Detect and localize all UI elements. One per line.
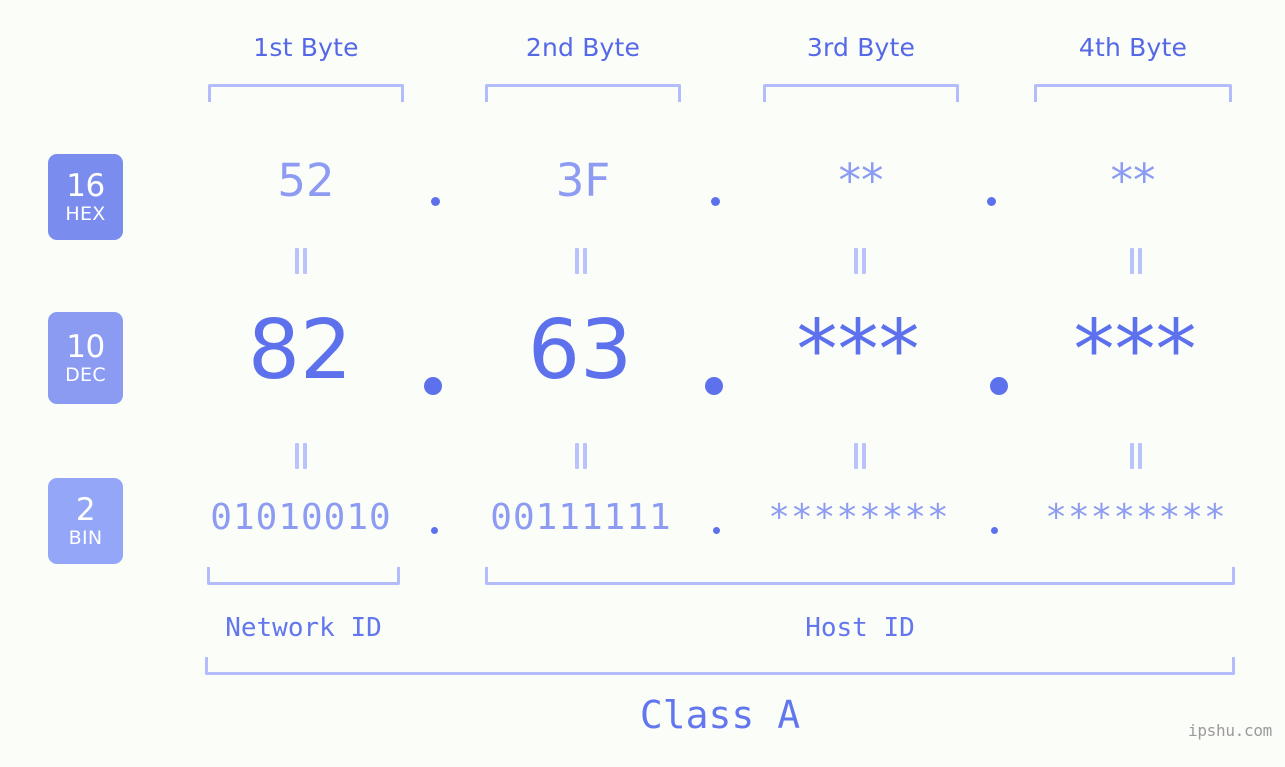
network-id-label: Network ID: [225, 613, 382, 643]
equals-mark-dec-bin-1: [293, 443, 309, 469]
bin-byte-2-value: 00111111: [490, 497, 672, 538]
equals-mark-dec-bin-2: [573, 443, 589, 469]
byte-header-2: 2nd Byte: [525, 33, 641, 62]
base-badge-hex-system: HEX: [65, 202, 106, 225]
byte-bracket-4: [1034, 84, 1232, 102]
bin-separator-dot-1: [431, 527, 438, 534]
byte-bracket-1: [208, 84, 404, 102]
equals-mark-dec-bin-4: [1128, 443, 1144, 469]
base-badge-bin-system: BIN: [68, 526, 103, 549]
hex-byte-1-value: 52: [277, 154, 335, 207]
dec-byte-3-value: ***: [796, 303, 920, 398]
class-bracket: [205, 657, 1235, 675]
host-id-label: Host ID: [805, 613, 915, 643]
equals-mark-hex-dec-2: [573, 248, 589, 274]
base-badge-dec-system: DEC: [65, 363, 106, 386]
hex-separator-dot-3: [987, 197, 996, 206]
hex-byte-3-value: **: [838, 154, 884, 207]
bin-separator-dot-2: [713, 527, 720, 534]
bin-separator-dot-3: [991, 527, 998, 534]
byte-header-4: 4th Byte: [1078, 33, 1188, 62]
dec-byte-4-value: ***: [1073, 303, 1197, 398]
base-badge-dec: 10 DEC: [48, 312, 123, 404]
network-id-bracket: [207, 567, 400, 585]
byte-bracket-2: [485, 84, 681, 102]
hex-byte-2-value: 3F: [555, 154, 611, 207]
dec-separator-dot-2: [705, 377, 723, 395]
dec-byte-2-value: 63: [527, 303, 633, 398]
class-label: Class A: [639, 693, 801, 737]
bin-byte-1-value: 01010010: [210, 497, 392, 538]
bin-byte-3-value: ********: [768, 497, 950, 538]
bin-byte-4-value: ********: [1045, 497, 1227, 538]
base-badge-hex: 16 HEX: [48, 154, 123, 240]
byte-header-3: 3rd Byte: [806, 33, 916, 62]
byte-header-1: 1st Byte: [253, 33, 359, 62]
hex-separator-dot-1: [431, 197, 440, 206]
dec-byte-1-value: 82: [247, 303, 353, 398]
site-watermark: ipshu.com: [1188, 721, 1272, 740]
byte-bracket-3: [763, 84, 959, 102]
hex-byte-4-value: **: [1110, 154, 1156, 207]
ip-address-diagram: 1st Byte 2nd Byte 3rd Byte 4th Byte 16 H…: [0, 0, 1285, 767]
equals-mark-hex-dec-4: [1128, 248, 1144, 274]
dec-separator-dot-1: [424, 377, 442, 395]
hex-separator-dot-2: [711, 197, 720, 206]
equals-mark-hex-dec-1: [293, 248, 309, 274]
base-badge-hex-number: 16: [66, 167, 105, 204]
equals-mark-dec-bin-3: [852, 443, 868, 469]
base-badge-bin: 2 BIN: [48, 478, 123, 564]
equals-mark-hex-dec-3: [852, 248, 868, 274]
dec-separator-dot-3: [990, 377, 1008, 395]
base-badge-bin-number: 2: [75, 491, 96, 528]
base-badge-dec-number: 10: [66, 328, 105, 365]
host-id-bracket: [485, 567, 1235, 585]
